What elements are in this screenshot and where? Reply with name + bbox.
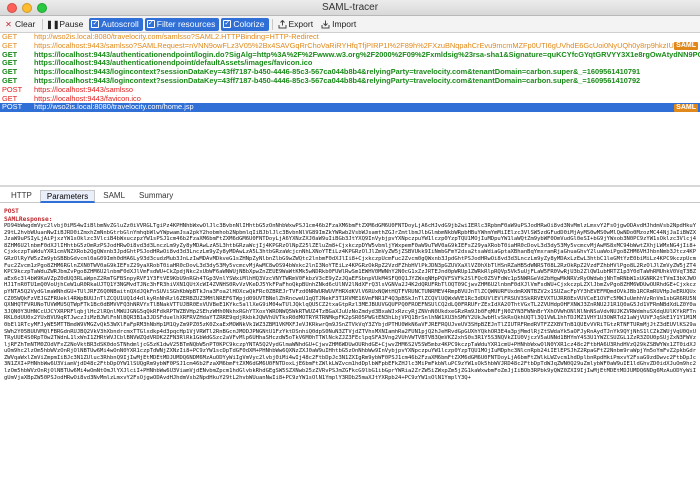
request-url: https://localhost:9443/favicon.ico: [34, 94, 141, 103]
clear-button[interactable]: ✕ Clear: [2, 18, 39, 31]
detail-tabs: HTTP Parameters SAML Summary: [0, 190, 700, 203]
request-row[interactable]: GET https://localhost:9443/logincontext?…: [0, 68, 700, 77]
request-row[interactable]: GET https://localhost:9443/logincontext?…: [0, 77, 700, 86]
request-url: http://wso2is.local:8080/travelocity.com…: [34, 33, 319, 41]
toolbar-separator: [42, 18, 44, 30]
request-url: https://localhost:9443/logincontext?sess…: [34, 76, 641, 85]
tab-summary[interactable]: Summary: [133, 190, 179, 203]
request-row[interactable]: GET https://localhost:9443/favicon.ico: [0, 95, 700, 104]
export-label: Export: [288, 19, 314, 29]
window-titlebar: SAML-tracer: [0, 0, 700, 16]
colorize-toggle[interactable]: ✓ Colorize: [221, 17, 269, 31]
export-icon: [278, 19, 287, 29]
pause-icon: ❚❚: [46, 19, 60, 29]
request-row[interactable]: GET https://localhost:9443/authenticatio…: [0, 59, 700, 68]
request-method: GET: [2, 68, 18, 77]
request-list: GET http://wso2is.local:8080/travelocity…: [0, 33, 700, 121]
request-method-heading: POST: [4, 208, 19, 215]
request-url: https://localhost:9443/logincontext?sess…: [34, 68, 641, 77]
clear-label: Clear: [15, 19, 36, 29]
checkbox-checked-icon: ✓: [91, 20, 100, 28]
filter-resources-label: Filter resources: [156, 19, 216, 29]
import-label: Import: [332, 19, 357, 29]
request-row[interactable]: GET https://localhost:9443/authenticatio…: [0, 51, 700, 60]
request-url: https://localhost:9443/samlsso: [34, 85, 134, 94]
window-title: SAML-tracer: [321, 2, 379, 13]
import-icon: [321, 20, 330, 29]
autoscroll-label: Autoscroll: [101, 19, 139, 29]
checkbox-checked-icon: ✓: [223, 20, 232, 28]
pause-label: Pause: [59, 19, 84, 29]
saml-response-value[interactable]: PD94bWwgdmVyc2lvbj0iMS4wIiBlbmNvZGluZz0i…: [4, 223, 697, 477]
detail-pane: POST SAMLResponse: PD94bWwgdmVyc2lvbj0iM…: [0, 205, 700, 477]
request-method: GET: [2, 41, 18, 50]
checkbox-checked-icon: ✓: [146, 20, 155, 28]
request-method: GET: [2, 50, 18, 59]
request-row[interactable]: POST https://localhost:9443/samlsso: [0, 86, 700, 95]
toolbar-separator: [271, 18, 273, 30]
tab-saml[interactable]: SAML: [97, 190, 131, 203]
request-method: GET: [2, 76, 18, 85]
request-url: https://localhost:9443/authenticationend…: [34, 59, 313, 68]
pause-button[interactable]: ❚❚ Pause: [46, 18, 87, 31]
request-url: https://localhost:9443/authenticationend…: [34, 50, 700, 59]
export-button[interactable]: Export: [276, 18, 318, 31]
request-method: POST: [2, 103, 23, 112]
filter-resources-toggle[interactable]: ✓ Filter resources: [144, 17, 220, 31]
request-row-selected[interactable]: POST http://wso2is.local:8080/travelocit…: [0, 103, 700, 113]
tab-parameters[interactable]: Parameters: [39, 190, 96, 203]
request-method: GET: [2, 94, 18, 103]
import-button[interactable]: Import: [319, 18, 360, 31]
parameter-name: SAMLResponse:: [4, 215, 53, 223]
request-url: http://wso2is.local:8080/travelocity.com…: [34, 103, 194, 112]
toolbar: ✕ Clear ❚❚ Pause ✓ Autoscroll ✓ Filter r…: [0, 16, 700, 33]
saml-badge: SAML: [674, 103, 698, 112]
saml-badge: SAML: [674, 42, 698, 51]
request-method: GET: [2, 33, 18, 41]
clear-icon: ✕: [5, 19, 12, 29]
request-row[interactable]: GET https://localhost:9443/samlsso?SAMLR…: [0, 42, 700, 51]
request-row[interactable]: GET http://wso2is.local:8080/travelocity…: [0, 33, 700, 42]
colorize-label: Colorize: [233, 19, 265, 29]
autoscroll-toggle[interactable]: ✓ Autoscroll: [89, 17, 143, 31]
request-url: https://localhost:9443/samlsso?SAMLReque…: [34, 41, 681, 50]
request-method: GET: [2, 59, 18, 68]
pane-splitter[interactable]: [0, 185, 700, 187]
request-method: POST: [2, 85, 23, 94]
tab-http[interactable]: HTTP: [5, 190, 38, 203]
